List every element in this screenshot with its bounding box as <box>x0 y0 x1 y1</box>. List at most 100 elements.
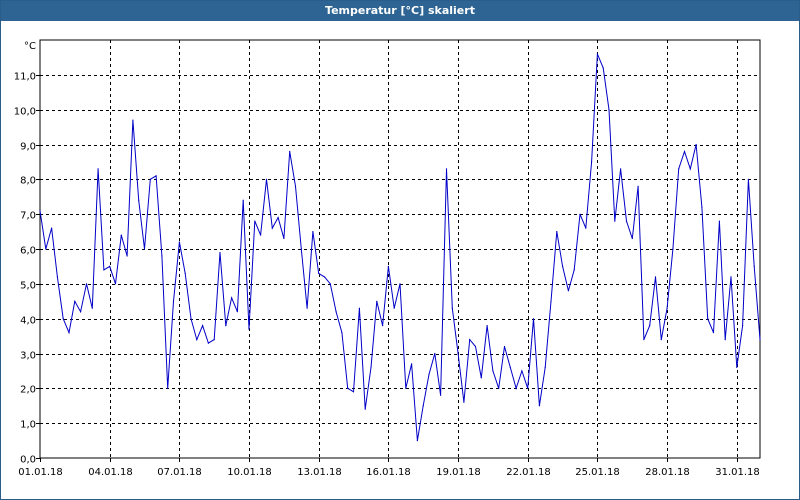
data-point <box>260 234 262 236</box>
y-tick-label: 8,0 <box>20 176 36 187</box>
data-point <box>532 318 535 320</box>
data-point <box>289 150 291 153</box>
data-point <box>625 220 628 222</box>
temperature-chart: 0,0 1,0 2,0 3,0 4,0 5,0 6,0 7,0 8,0 9,0 10,0 11,0 °C… <box>14 39 761 478</box>
data-point <box>85 283 88 285</box>
data-point <box>184 272 186 274</box>
data-point <box>341 332 343 334</box>
data-point <box>422 405 424 407</box>
data-point <box>515 387 517 389</box>
y-tick-label: 4,0 <box>20 316 36 327</box>
x-tick-label: 04.01.18 <box>88 467 133 478</box>
data-point <box>637 185 639 187</box>
data-point <box>591 161 593 163</box>
data-point <box>660 339 662 341</box>
data-point <box>347 387 349 389</box>
data-point <box>683 150 686 153</box>
data-point <box>474 345 477 348</box>
x-tick-label: 07.01.18 <box>157 467 202 478</box>
data-point <box>562 265 564 267</box>
data-point <box>602 67 604 69</box>
data-point <box>492 370 494 372</box>
data-point <box>74 300 76 302</box>
data-point <box>712 332 715 334</box>
data-point <box>231 297 233 299</box>
data-point <box>242 199 244 201</box>
data-point <box>469 339 471 341</box>
data-point <box>318 272 320 274</box>
data-point <box>399 283 401 285</box>
data-point <box>718 220 721 222</box>
data-point <box>434 352 436 355</box>
data-point <box>178 241 180 243</box>
data-point <box>747 178 750 180</box>
data-point <box>643 339 645 341</box>
data-point <box>742 325 744 327</box>
data-point <box>271 227 273 229</box>
data-point <box>68 332 70 334</box>
data-point <box>678 168 680 170</box>
data-point <box>358 307 360 309</box>
data-point <box>335 311 337 313</box>
data-point <box>538 405 541 407</box>
data-point <box>207 342 209 344</box>
data-point <box>463 401 465 403</box>
data-point <box>445 168 448 170</box>
y-tick-label: 10,0 <box>14 107 36 118</box>
data-point <box>411 363 413 365</box>
data-point <box>236 311 238 313</box>
data-point <box>736 366 738 368</box>
data-point <box>608 109 610 111</box>
data-point <box>219 251 221 254</box>
data-point <box>666 307 668 309</box>
y-tick-label: 9,0 <box>20 142 36 153</box>
data-point <box>225 325 227 327</box>
data-point <box>672 248 674 250</box>
data-point <box>393 307 395 309</box>
data-point <box>114 283 117 285</box>
x-tick-label: 10.01.18 <box>227 467 272 478</box>
y-tick-label: 1,0 <box>20 420 36 431</box>
x-tick-label: 01.01.18 <box>18 467 63 478</box>
data-point <box>730 276 732 278</box>
data-point <box>213 339 215 341</box>
x-tick-label: 22.01.18 <box>506 467 551 478</box>
data-point <box>707 318 709 320</box>
data-point <box>283 237 285 240</box>
data-point <box>248 328 250 330</box>
data-point <box>556 231 558 233</box>
data-point <box>62 318 64 320</box>
data-point <box>300 248 302 250</box>
data-point <box>323 276 326 278</box>
data-point <box>521 370 523 372</box>
data-point <box>544 366 546 368</box>
data-point <box>91 307 93 309</box>
y-tick-label: 7,0 <box>20 211 36 222</box>
data-point <box>306 307 308 309</box>
data-point <box>527 387 529 389</box>
data-point <box>416 440 418 442</box>
data-point <box>254 220 256 222</box>
data-point <box>39 210 41 212</box>
data-point <box>103 269 105 271</box>
y-tick-label: 2,0 <box>20 385 36 396</box>
data-point <box>503 345 506 348</box>
data-point <box>352 391 355 393</box>
data-point <box>97 168 99 170</box>
data-point <box>620 168 622 170</box>
data-point <box>585 227 587 229</box>
data-point <box>689 168 691 170</box>
data-point <box>138 199 140 201</box>
data-point <box>550 300 552 302</box>
data-point <box>753 265 755 267</box>
x-tick-label: 28.01.18 <box>645 467 690 478</box>
data-point <box>172 300 175 302</box>
data-point <box>80 311 82 313</box>
data-point <box>451 307 453 309</box>
data-point <box>312 231 314 233</box>
x-tick-label: 16.01.18 <box>366 467 411 478</box>
data-point <box>579 213 581 215</box>
data-point <box>190 318 192 320</box>
data-point <box>265 178 268 180</box>
data-point <box>45 248 47 250</box>
